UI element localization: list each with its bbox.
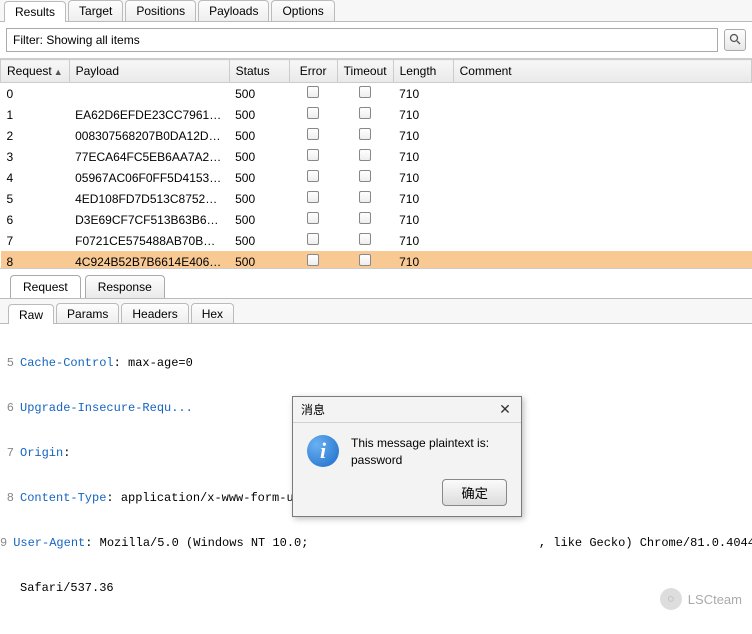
dialog-message-line2: password: [351, 452, 489, 469]
error-checkbox[interactable]: [307, 212, 319, 224]
th-length[interactable]: Length: [393, 60, 453, 83]
th-request[interactable]: Request▲: [1, 60, 70, 83]
table-row[interactable]: 405967AC06F0FF5D41536...500710: [1, 167, 752, 188]
raw-tabs: Raw Params Headers Hex: [0, 299, 752, 324]
tab-results[interactable]: Results: [4, 1, 66, 22]
table-row[interactable]: 54ED108FD7D513C875260...500710: [1, 188, 752, 209]
wechat-icon: ◌: [660, 588, 682, 610]
timeout-checkbox[interactable]: [359, 254, 371, 266]
search-icon: [729, 33, 741, 48]
th-comment[interactable]: Comment: [453, 60, 751, 83]
timeout-checkbox[interactable]: [359, 191, 371, 203]
timeout-checkbox[interactable]: [359, 149, 371, 161]
table-row[interactable]: 7F0721CE575488AB70BA5...500710: [1, 230, 752, 251]
tab-raw[interactable]: Raw: [8, 304, 54, 324]
dialog-close-button[interactable]: ✕: [497, 402, 513, 418]
filter-input[interactable]: [6, 28, 718, 52]
info-icon: i: [307, 435, 339, 467]
error-checkbox[interactable]: [307, 191, 319, 203]
tab-request[interactable]: Request: [10, 275, 81, 298]
tab-target[interactable]: Target: [68, 0, 123, 21]
timeout-checkbox[interactable]: [359, 128, 371, 140]
timeout-checkbox[interactable]: [359, 170, 371, 182]
top-tabs: Results Target Positions Payloads Option…: [0, 0, 752, 22]
error-checkbox[interactable]: [307, 233, 319, 245]
th-error[interactable]: Error: [289, 60, 337, 83]
dialog-title: 消息: [301, 401, 325, 418]
table-row[interactable]: 84C924B52B7B6614E4066...500710: [1, 251, 752, 269]
timeout-checkbox[interactable]: [359, 233, 371, 245]
tab-options[interactable]: Options: [271, 0, 334, 21]
dialog-message-line1: This message plaintext is:: [351, 435, 489, 452]
th-payload[interactable]: Payload: [69, 60, 229, 83]
filter-bar: [0, 22, 752, 59]
tab-positions[interactable]: Positions: [125, 0, 196, 21]
dialog-ok-button[interactable]: 确定: [442, 479, 507, 506]
close-icon: ✕: [499, 401, 511, 418]
table-row[interactable]: 1EA62D6EFDE23CC7961C...500710: [1, 104, 752, 125]
results-table: Request▲ Payload Status Error Timeout Le…: [0, 59, 752, 269]
error-checkbox[interactable]: [307, 128, 319, 140]
search-button[interactable]: [724, 29, 746, 51]
watermark: ◌ LSCteam: [660, 588, 742, 610]
error-checkbox[interactable]: [307, 86, 319, 98]
tab-headers[interactable]: Headers: [121, 303, 188, 323]
timeout-checkbox[interactable]: [359, 212, 371, 224]
error-checkbox[interactable]: [307, 254, 319, 266]
error-checkbox[interactable]: [307, 149, 319, 161]
table-row[interactable]: 6D3E69CF7CF513B63B67...500710: [1, 209, 752, 230]
table-row[interactable]: 377ECA64FC5EB6AA7A20...500710: [1, 146, 752, 167]
message-dialog: 消息 ✕ i This message plaintext is: passwo…: [292, 396, 522, 517]
tab-response[interactable]: Response: [85, 275, 165, 298]
sort-asc-icon: ▲: [54, 67, 63, 77]
tab-payloads[interactable]: Payloads: [198, 0, 269, 21]
error-checkbox[interactable]: [307, 170, 319, 182]
mid-tabs: Request Response: [0, 269, 752, 299]
timeout-checkbox[interactable]: [359, 86, 371, 98]
error-checkbox[interactable]: [307, 107, 319, 119]
tab-params[interactable]: Params: [56, 303, 119, 323]
table-row[interactable]: 0500710: [1, 83, 752, 105]
th-timeout[interactable]: Timeout: [337, 60, 393, 83]
table-row[interactable]: 2008307568207B0DA12D0...500710: [1, 125, 752, 146]
tab-hex[interactable]: Hex: [191, 303, 234, 323]
th-status[interactable]: Status: [229, 60, 289, 83]
timeout-checkbox[interactable]: [359, 107, 371, 119]
